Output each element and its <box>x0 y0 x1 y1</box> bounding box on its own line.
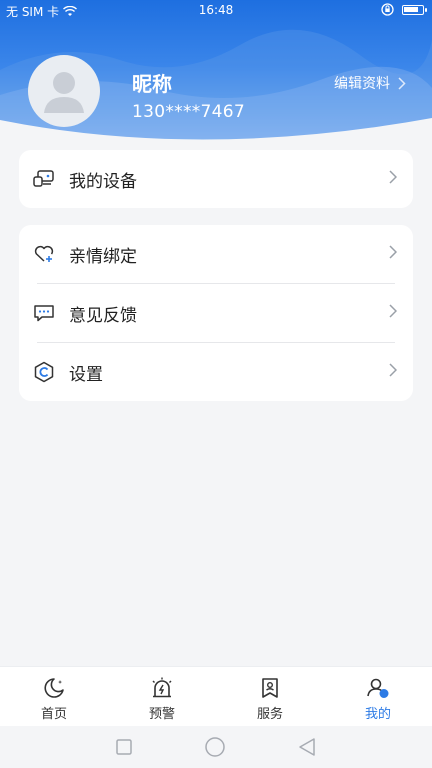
tab-label-mine: 我的 <box>364 707 391 722</box>
edit-profile-button[interactable]: 编辑资料 <box>334 73 406 93</box>
status-time: 16:48 <box>198 3 234 17</box>
menu-label-settings: 设置 <box>69 364 103 385</box>
alarm-icon <box>152 677 172 698</box>
moon-icon <box>44 678 64 698</box>
phone-number: 130****7467 <box>132 102 246 122</box>
system-navigation-bar <box>0 726 432 768</box>
tab-home[interactable]: 首页 <box>0 667 108 726</box>
battery-icon <box>402 4 427 15</box>
user-icon <box>367 678 389 698</box>
chevron-right-icon <box>389 304 397 318</box>
tab-label-home: 首页 <box>40 707 67 722</box>
chevron-right-icon <box>389 363 397 377</box>
menu-item-my-devices[interactable]: 我的设备 <box>19 150 413 208</box>
menu-label-family-binding: 亲情绑定 <box>69 246 137 267</box>
profile-header: 无 SIM 卡 16:48 昵称 130****7467 编辑资料 <box>0 0 432 150</box>
menu-item-settings[interactable]: 设置 <box>19 343 413 401</box>
device-card: 我的设备 <box>19 150 413 208</box>
heart-plus-icon <box>33 243 55 265</box>
rotation-lock-icon <box>381 3 394 16</box>
menu-item-family-binding[interactable]: 亲情绑定 <box>19 225 413 283</box>
chevron-right-icon <box>389 245 397 259</box>
device-icon <box>33 168 55 190</box>
nickname: 昵称 <box>132 72 172 96</box>
menu-label-my-devices: 我的设备 <box>69 171 137 192</box>
recent-apps-icon[interactable] <box>115 738 133 756</box>
edit-profile-label: 编辑资料 <box>334 76 390 92</box>
chevron-right-icon <box>398 76 406 90</box>
chevron-right-icon <box>389 170 397 184</box>
default-avatar-icon <box>44 72 84 113</box>
tab-label-warning: 预警 <box>148 707 175 722</box>
tab-mine[interactable]: 我的 <box>324 667 432 726</box>
tab-warning[interactable]: 预警 <box>108 667 216 726</box>
back-button-icon[interactable] <box>297 737 317 757</box>
home-button-icon[interactable] <box>204 736 226 758</box>
settings-card: 亲情绑定 意见反馈 设置 <box>19 225 413 401</box>
menu-label-feedback: 意见反馈 <box>69 305 137 326</box>
menu-item-feedback[interactable]: 意见反馈 <box>19 284 413 342</box>
tab-service[interactable]: 服务 <box>216 667 324 726</box>
bottom-tab-bar: 首页 预警 服务 我的 <box>0 666 432 726</box>
settings-icon <box>33 361 55 383</box>
status-bar: 无 SIM 卡 16:48 <box>0 0 432 22</box>
profile-screen: 无 SIM 卡 16:48 昵称 130****7467 编辑资料 我的设备 亲… <box>0 0 432 768</box>
feedback-icon <box>33 302 55 324</box>
avatar[interactable] <box>28 55 100 127</box>
service-icon <box>262 678 278 698</box>
tab-label-service: 服务 <box>256 707 283 722</box>
